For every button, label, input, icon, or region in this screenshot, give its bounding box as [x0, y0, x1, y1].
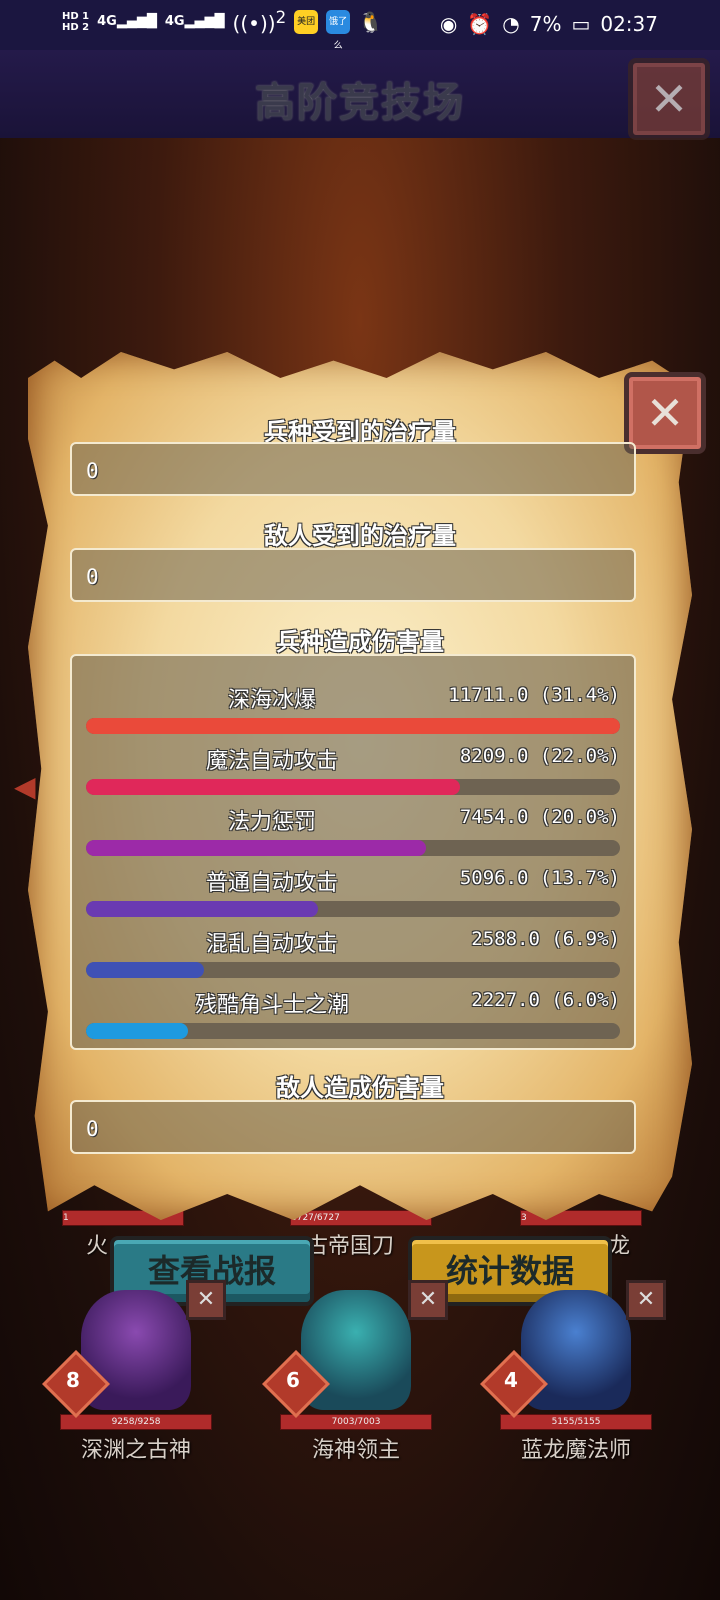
- damage-troops-label: 兵种造成伤害量: [276, 628, 444, 656]
- level-number: 8: [66, 1368, 80, 1392]
- unit-hp-text: 1: [63, 1213, 69, 1223]
- damage-row: 深海冰爆 11711.0 (31.4%): [72, 672, 634, 734]
- damage-value-label: 11711.0 (31.4%): [448, 684, 620, 706]
- status-bar: HD 1 HD 2 4G▂▄▆█ 4G▂▄▆█ ((•))2 美团 饿了么 🐧 …: [0, 0, 720, 51]
- damage-value-label: 5096.0 (13.7%): [459, 867, 620, 889]
- unit-hp-text: 7003/7003: [331, 1417, 381, 1427]
- unit-name: 海神领主: [311, 1438, 400, 1463]
- damage-skill-name: 魔法自动攻击: [205, 749, 338, 774]
- unit-name: 古帝国刀: [306, 1234, 395, 1259]
- damage-row: 法力惩罚 7454.0 (20.0%): [72, 794, 634, 856]
- clock: 02:37: [600, 12, 658, 36]
- damage-breakdown-chart: 深海冰爆 11711.0 (31.4%) 魔法自动攻击 8209.0 (22.0%) 法…: [70, 654, 636, 1050]
- damage-skill-name: 混乱自动攻击: [205, 932, 338, 957]
- damage-row: 混乱自动攻击 2588.0 (6.9%): [72, 916, 634, 978]
- remove-unit-icon[interactable]: ✕: [186, 1280, 226, 1320]
- unit-hp-text: 9258/9258: [111, 1417, 161, 1427]
- hd-indicator: HD 1 HD 2: [62, 11, 89, 33]
- net2-label: 4G: [164, 14, 185, 30]
- qq-icon: 🐧: [358, 9, 384, 34]
- damage-row: 残酷角斗士之潮 2227.0 (6.0%): [72, 977, 634, 1039]
- hotspot-count: 2: [275, 8, 287, 27]
- unit-name: 蓝龙魔法师: [520, 1438, 631, 1463]
- damage-skill-name: 普通自动攻击: [205, 871, 338, 896]
- damage-enemy-label: 敌人造成伤害量: [276, 1074, 444, 1102]
- damage-bar-track: [86, 1023, 620, 1039]
- damage-value-label: 7454.0 (20.0%): [459, 806, 620, 828]
- damage-bar-track: [86, 901, 620, 917]
- unit-name: 火: [86, 1234, 109, 1259]
- page-title: 高阶竞技场: [255, 80, 465, 126]
- eye-icon: ◉: [439, 12, 458, 36]
- heal-enemy-value: 0: [70, 548, 636, 602]
- damage-bar-track: [86, 840, 620, 856]
- game-screen: HD 1 HD 2 4G▂▄▆█ 4G▂▄▆█ ((•))2 美团 饿了么 🐧 …: [0, 0, 720, 1600]
- damage-value-label: 8209.0 (22.0%): [459, 745, 620, 767]
- signal2-icon: 4G▂▄▆█: [164, 14, 225, 30]
- meituan-icon: 美团: [294, 9, 319, 34]
- battery-icon: ▭: [571, 12, 591, 36]
- prev-arrow-icon[interactable]: ◀: [14, 770, 36, 803]
- damage-bar: [86, 718, 620, 734]
- damage-skill-name: 深海冰爆: [227, 688, 316, 713]
- damage-row: 普通自动攻击 5096.0 (13.7%): [72, 855, 634, 917]
- unit-hp-text: 5155/5155: [551, 1417, 601, 1427]
- alarm-icon: ⏰: [467, 12, 493, 36]
- remove-unit-icon[interactable]: ✕: [408, 1280, 448, 1320]
- damage-enemy-value: 0: [70, 1100, 636, 1154]
- arena-header: 高阶竞技场: [0, 50, 720, 138]
- damage-bar: [86, 779, 461, 795]
- unit-name: 深渊之古神: [80, 1438, 191, 1463]
- damage-bar-track: [86, 962, 620, 978]
- damage-bar: [86, 1023, 188, 1039]
- close-icon: ✕: [649, 72, 689, 126]
- heal-enemy-label: 敌人受到的治疗量: [264, 522, 456, 550]
- eleme-icon: 饿了么: [326, 9, 351, 51]
- damage-row: 魔法自动攻击 8209.0 (22.0%): [72, 733, 634, 795]
- unit-hp-bar: 7003/7003: [280, 1414, 432, 1430]
- remove-unit-icon[interactable]: ✕: [626, 1280, 666, 1320]
- damage-bar: [86, 901, 319, 917]
- battery-percent: 7%: [529, 12, 562, 36]
- unit-hp-bar: 6727/6727: [290, 1210, 432, 1226]
- damage-skill-name: 法力惩罚: [227, 810, 316, 835]
- hotspot-icon: ((•))2: [232, 8, 287, 36]
- damage-skill-name: 残酷角斗士之潮: [194, 993, 349, 1018]
- unit-hp-text: 3: [521, 1213, 527, 1223]
- level-number: 6: [286, 1368, 300, 1392]
- hd2-label: HD 2: [62, 21, 90, 33]
- net1-label: 4G: [97, 14, 117, 30]
- damage-bar: [86, 840, 426, 856]
- damage-value-label: 2227.0 (6.0%): [471, 989, 620, 1011]
- hd1-label: HD 1: [62, 10, 90, 22]
- heal-troops-value: 0: [70, 442, 636, 496]
- speed-icon: ◔: [502, 12, 520, 36]
- damage-bar-track: [86, 779, 620, 795]
- damage-value-label: 2588.0 (6.9%): [471, 928, 620, 950]
- damage-bar: [86, 962, 204, 978]
- damage-bar-track: [86, 718, 620, 734]
- level-number: 4: [504, 1368, 518, 1392]
- unit-hp-bar: 5155/5155: [500, 1414, 652, 1430]
- unit-hp-bar: 9258/9258: [60, 1414, 212, 1430]
- close-arena-button[interactable]: ✕: [628, 58, 710, 140]
- signal-icon: 4G▂▄▆█: [97, 14, 157, 30]
